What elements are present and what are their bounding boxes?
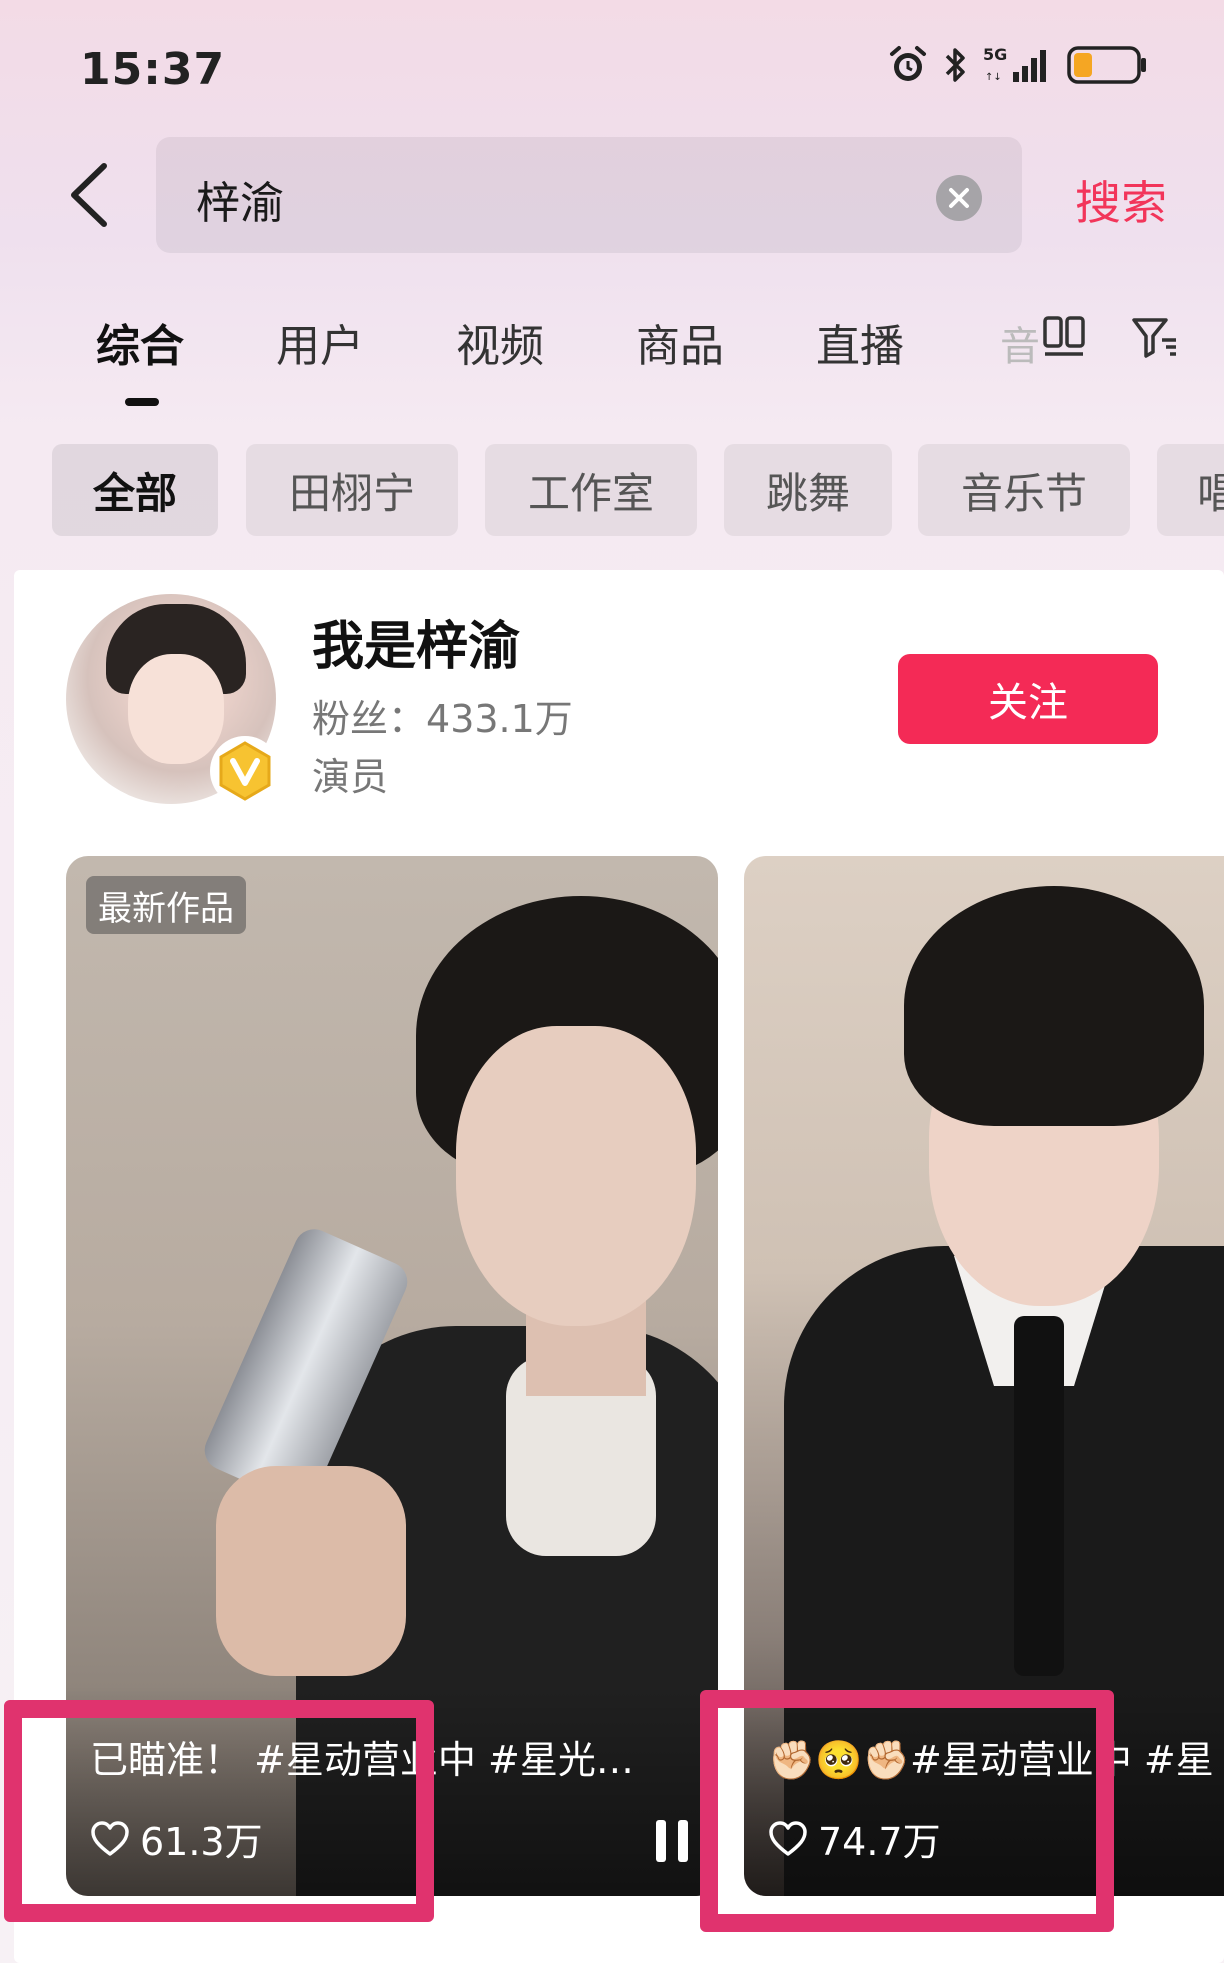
video-1-figure-face <box>456 1026 696 1326</box>
annotation-box-2 <box>700 1690 1114 1932</box>
tab-products[interactable]: 商品 <box>636 310 724 374</box>
chip-dance[interactable]: 跳舞 <box>724 444 892 536</box>
back-button[interactable] <box>60 160 120 230</box>
fan-count: 粉丝：433.1万 <box>312 688 573 743</box>
chip-music-festival[interactable]: 音乐节 <box>918 444 1130 536</box>
chip-all[interactable]: 全部 <box>52 444 218 536</box>
pause-icon-bar-left <box>656 1820 666 1862</box>
bluetooth-icon <box>943 44 969 86</box>
avatar-face <box>128 654 224 764</box>
clear-button[interactable] <box>936 175 982 221</box>
filter-chips: 全部 田栩宁 工作室 跳舞 音乐节 唱 <box>0 444 1224 536</box>
status-bar: 15:37 5G ↑↓ <box>0 0 1224 140</box>
svg-text:↑↓: ↑↓ <box>985 72 1002 83</box>
fan-count-value: 433.1万 <box>426 697 573 741</box>
search-button[interactable]: 搜索 <box>1075 167 1167 233</box>
status-time: 15:37 <box>80 44 226 95</box>
video-2-figure-tie <box>1014 1316 1064 1676</box>
video-1-figure-hand <box>216 1466 406 1676</box>
chip-sing-partial[interactable]: 唱 <box>1157 444 1224 536</box>
signal-icon: 5G ↑↓ <box>983 44 1053 86</box>
search-query: 梓渝 <box>196 178 284 229</box>
fan-count-label: 粉丝： <box>312 697 427 741</box>
verified-badge-icon <box>210 736 280 806</box>
tab-users[interactable]: 用户 <box>276 310 364 374</box>
alarm-icon <box>887 44 929 86</box>
status-icons: 5G ↑↓ <box>887 44 1149 86</box>
chip-tianxuning[interactable]: 田栩宁 <box>246 444 458 536</box>
follow-button[interactable]: 关注 <box>898 654 1158 744</box>
svg-text:5G: 5G <box>983 45 1007 64</box>
annotation-box-1 <box>4 1700 434 1922</box>
tab-live[interactable]: 直播 <box>816 310 904 374</box>
result-tabs: 综合 用户 视频 商品 直播 音 <box>0 300 1224 420</box>
search-bar: 梓渝 搜索 <box>0 135 1224 255</box>
chip-studio[interactable]: 工作室 <box>485 444 697 536</box>
latest-work-badge: 最新作品 <box>86 876 246 934</box>
close-icon <box>949 188 969 208</box>
tab-indicator <box>125 398 159 406</box>
pause-icon-bar-right <box>678 1820 688 1862</box>
layout-grid-icon[interactable] <box>1042 314 1088 364</box>
user-occupation: 演员 <box>312 755 389 799</box>
video-2-figure-hair <box>904 886 1204 1126</box>
filter-icon[interactable] <box>1130 314 1180 364</box>
search-input[interactable]: 梓渝 <box>156 137 1022 253</box>
pause-button[interactable] <box>656 1820 688 1862</box>
tab-videos[interactable]: 视频 <box>456 310 544 374</box>
tab-all[interactable]: 综合 <box>96 310 184 374</box>
back-arrow-icon <box>71 163 107 227</box>
user-name[interactable]: 我是梓渝 <box>312 604 520 679</box>
tab-music-partial[interactable]: 音 <box>1000 314 1040 372</box>
battery-low-icon <box>1067 44 1149 86</box>
